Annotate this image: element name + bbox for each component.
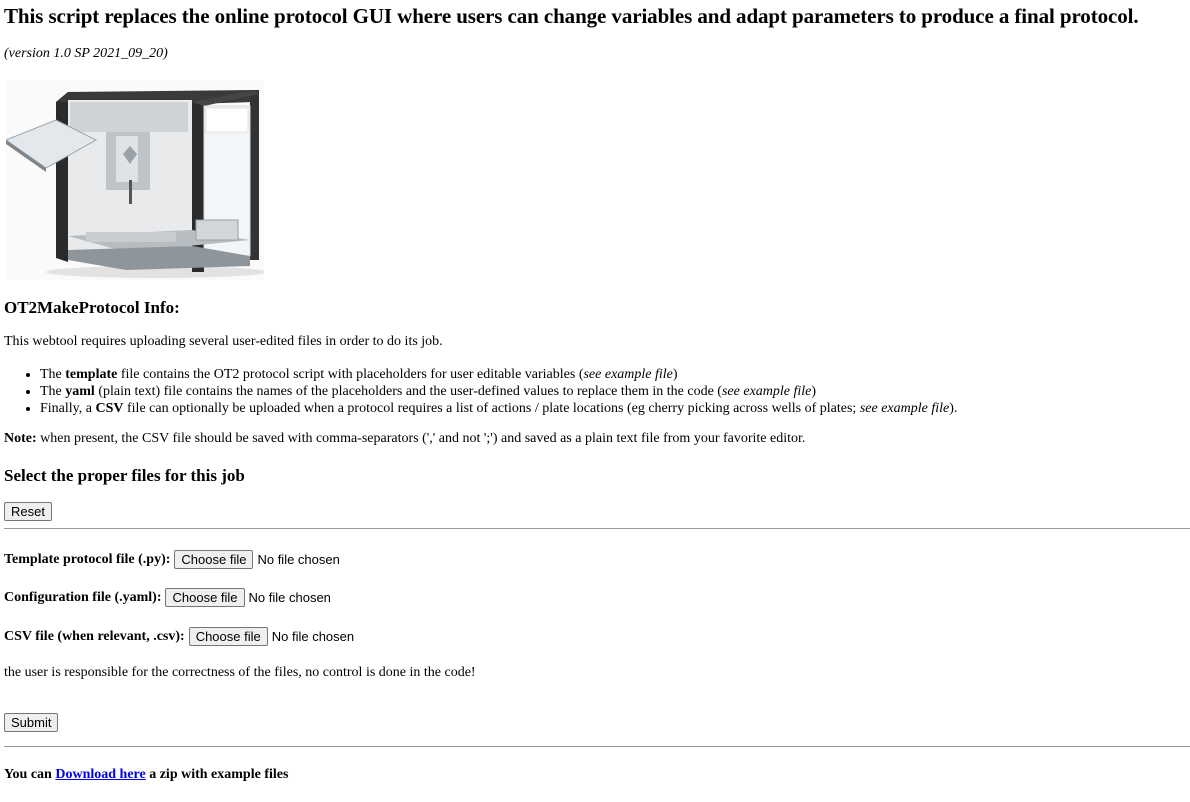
template-choose-file-button[interactable]: Choose file bbox=[174, 550, 254, 569]
form-title: Select the proper files for this job bbox=[4, 466, 245, 485]
divider bbox=[4, 746, 1190, 747]
template-file-row: Template protocol file (.py): Choose fil… bbox=[4, 550, 340, 569]
info-intro: This webtool requires uploading several … bbox=[4, 334, 443, 349]
info-title: OT2MakeProtocol Info: bbox=[4, 298, 180, 317]
version-text: (version 1.0 SP 2021_09_20) bbox=[4, 46, 168, 61]
divider bbox=[4, 528, 1190, 529]
reset-button[interactable]: Reset bbox=[4, 502, 52, 521]
csv-file-status: No file chosen bbox=[271, 629, 355, 644]
page-title: This script replaces the online protocol… bbox=[4, 4, 1139, 28]
csv-file-label: CSV file (when relevant, .csv): bbox=[4, 628, 185, 644]
list-item: The yaml (plain text) file contains the … bbox=[40, 383, 1190, 400]
config-file-status: No file chosen bbox=[248, 590, 331, 605]
disclaimer-text: the user is responsible for the correctn… bbox=[4, 665, 476, 680]
csv-file-row: CSV file (when relevant, .csv): Choose f… bbox=[4, 627, 354, 646]
config-file-row: Configuration file (.yaml): Choose file … bbox=[4, 588, 331, 607]
ot2-robot-image bbox=[6, 80, 264, 280]
config-choose-file-button[interactable]: Choose file bbox=[165, 588, 245, 607]
note-text: when present, the CSV file should be sav… bbox=[36, 431, 806, 446]
requirements-list: The template file contains the OT2 proto… bbox=[0, 366, 1190, 417]
note-label: Note: bbox=[4, 431, 37, 446]
list-item: Finally, a CSV file can optionally be up… bbox=[40, 400, 1190, 417]
csv-note: Note: when present, the CSV file should … bbox=[4, 431, 805, 447]
template-file-label: Template protocol file (.py): bbox=[4, 551, 171, 567]
list-item: The template file contains the OT2 proto… bbox=[40, 366, 1190, 383]
csv-choose-file-button[interactable]: Choose file bbox=[188, 627, 268, 646]
template-file-status: No file chosen bbox=[257, 552, 340, 567]
download-line: You can Download here a zip with example… bbox=[4, 767, 289, 782]
config-file-label: Configuration file (.yaml): bbox=[4, 589, 162, 605]
submit-button[interactable]: Submit bbox=[4, 713, 59, 732]
download-link[interactable]: Download here bbox=[55, 767, 145, 782]
